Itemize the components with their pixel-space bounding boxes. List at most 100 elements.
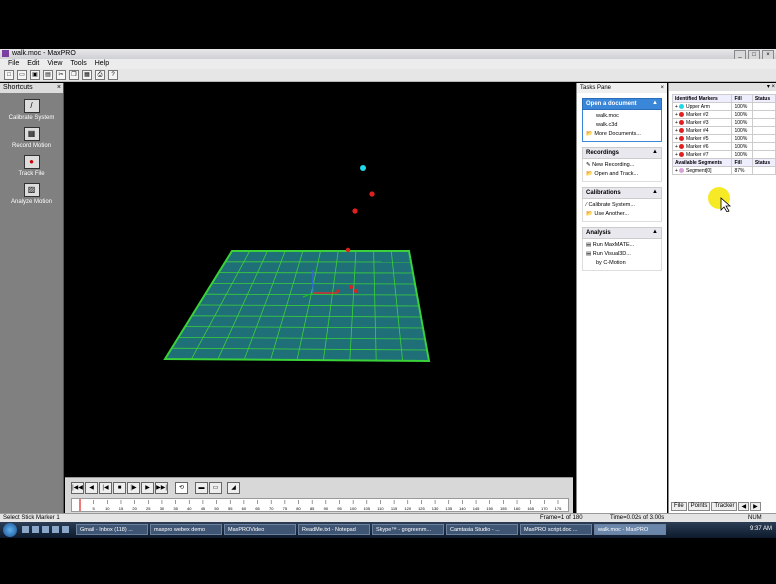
- marker-color-icon: [679, 111, 684, 117]
- task-group-header[interactable]: Analysis ▲: [582, 227, 662, 239]
- menu-help[interactable]: Help: [95, 59, 109, 69]
- table-row[interactable]: + Upper Arm 100%: [671, 102, 776, 111]
- record-button[interactable]: ▬: [195, 482, 208, 494]
- toolbar: □ ▭ ▣ ▤ ✂ ❐ ▦ ⎙ ?: [0, 69, 776, 82]
- taskbar-item-walk-moc[interactable]: walk.moc - MaxPRO: [594, 524, 666, 535]
- taskbar-item-maxpro-script[interactable]: MaxPRO script.doc ...: [520, 524, 592, 535]
- table-row[interactable]: + Marker #3 100%: [671, 118, 776, 127]
- task-group-header[interactable]: Open a document ▲: [582, 98, 662, 110]
- help-icon[interactable]: ?: [108, 70, 118, 80]
- chevron-up-icon[interactable]: ▲: [652, 189, 658, 195]
- table-row[interactable]: + Segment[0] 87%: [671, 166, 776, 175]
- col-available-segments: Available Segments: [671, 158, 733, 167]
- step-forward-button[interactable]: |▶: [127, 482, 140, 494]
- 3d-scene: [163, 165, 431, 363]
- table-row[interactable]: + Marker #5 100%: [671, 134, 776, 143]
- menu-edit[interactable]: Edit: [27, 59, 39, 69]
- tick-label: 100: [350, 506, 357, 511]
- tick-label: 10: [105, 506, 110, 511]
- task-group-header[interactable]: Calibrations ▲: [582, 187, 662, 199]
- table-row[interactable]: + Marker #4 100%: [671, 126, 776, 135]
- quicklaunch-icon[interactable]: [52, 526, 59, 533]
- shortcuts-close-icon[interactable]: ×: [57, 83, 61, 93]
- speed-button[interactable]: ◢: [227, 482, 240, 494]
- shortcut-record-motion[interactable]: ▦ Record Motion: [0, 127, 63, 149]
- shortcut-track-file[interactable]: ● Track File: [0, 155, 63, 177]
- taskbar-item-notepad[interactable]: ReadMe.txt - Notepad: [298, 524, 370, 535]
- marker-2: [369, 191, 375, 197]
- play-button[interactable]: ▶: [141, 482, 154, 494]
- chevron-up-icon[interactable]: ▲: [652, 229, 658, 235]
- tick-label: 155: [500, 506, 507, 511]
- task-item-open-and-track[interactable]: 📂 Open and Track...: [586, 170, 658, 179]
- tick-label: 75: [283, 506, 288, 511]
- tick-label: 170: [541, 506, 548, 511]
- tick-label: 140: [459, 506, 466, 511]
- table-row[interactable]: + Marker #2 100%: [671, 110, 776, 119]
- col-fill: Fill: [731, 94, 753, 103]
- tab-file[interactable]: File: [671, 502, 687, 511]
- task-item-more-documents[interactable]: 📂 More Documents...: [586, 130, 658, 139]
- menu-view[interactable]: View: [47, 59, 62, 69]
- loop-button[interactable]: ⟲: [175, 482, 188, 494]
- open-icon[interactable]: ▭: [17, 70, 27, 80]
- last-frame-button[interactable]: ▶▶|: [155, 482, 168, 494]
- menu-file[interactable]: File: [8, 59, 19, 69]
- 3d-viewport[interactable]: [65, 83, 573, 477]
- first-frame-button[interactable]: |◀◀: [71, 482, 84, 494]
- prev-button[interactable]: ◀: [85, 482, 98, 494]
- task-item-walk-moc[interactable]: walk.moc: [586, 112, 658, 121]
- save-all-icon[interactable]: ▤: [43, 70, 53, 80]
- timeline-ruler[interactable]: 5 10 15 20 25 30 35 40 45 50 55 60 65 70 75 80 85 90 95 100…: [71, 498, 569, 512]
- tab-scroll-right[interactable]: ▶: [750, 502, 761, 511]
- tab-points[interactable]: Points: [687, 502, 711, 511]
- task-group-header[interactable]: Recordings ▲: [582, 147, 662, 159]
- chevron-up-icon[interactable]: ▲: [652, 149, 658, 155]
- tasks-pane: Tasks Pane × Open a document ▲ walk.moc w…: [576, 83, 667, 513]
- print-icon[interactable]: ⎙: [95, 70, 105, 80]
- stop-button[interactable]: ■: [113, 482, 126, 494]
- tasks-pane-close-icon[interactable]: ×: [660, 83, 664, 93]
- task-item-new-recording[interactable]: ✎ New Recording...: [586, 161, 658, 170]
- step-back-button[interactable]: |◀: [99, 482, 112, 494]
- task-group-calibrations: Calibrations ▲ ⁄ Calibrate System... 📂 Us…: [582, 187, 662, 222]
- quicklaunch-icon[interactable]: [42, 526, 49, 533]
- copy-icon[interactable]: ❐: [69, 70, 79, 80]
- shortcut-label: Analyze Motion: [10, 199, 53, 205]
- taskbar-item-maxprovideo[interactable]: MaxPROVideo: [224, 524, 296, 535]
- tab-scroll-left[interactable]: ◀: [738, 502, 750, 511]
- task-item-run-visual3d[interactable]: ▤ Run Visual3D...: [586, 250, 658, 259]
- tab-tracker[interactable]: Tracker: [711, 502, 738, 511]
- task-item-walk-c3d[interactable]: walk.c3d: [586, 121, 658, 130]
- taskbar-item-skype[interactable]: Skype™ - gogreenm...: [372, 524, 444, 535]
- paste-icon[interactable]: ▦: [82, 70, 92, 80]
- menu-bar: File Edit View Tools Help: [0, 59, 776, 69]
- tick-label: 115: [391, 506, 398, 511]
- cut-icon[interactable]: ✂: [56, 70, 66, 80]
- shortcuts-header: Shortcuts ×: [0, 83, 63, 93]
- shortcut-calibrate-system[interactable]: / Calibrate System: [0, 99, 63, 121]
- table-row[interactable]: + Marker #7 100%: [671, 150, 776, 159]
- taskbar-item-gmail[interactable]: Gmail - Inbox (118) ...: [76, 524, 148, 535]
- task-item-run-maxmate[interactable]: ▤ Run MaxMATE...: [586, 241, 658, 250]
- marker-color-icon: [679, 151, 684, 157]
- table-row[interactable]: + Marker #6 100%: [671, 142, 776, 151]
- shortcut-analyze-motion[interactable]: ▨ Analyze Motion: [0, 183, 63, 205]
- marker-6: [354, 289, 358, 293]
- quicklaunch-icon[interactable]: [62, 526, 69, 533]
- task-item-use-another[interactable]: 📂 Use Another...: [586, 210, 658, 219]
- tick-label: 120: [404, 506, 411, 511]
- save-icon[interactable]: ▣: [30, 70, 40, 80]
- chevron-up-icon[interactable]: ▲: [652, 100, 658, 106]
- start-button[interactable]: [3, 523, 17, 537]
- quicklaunch-icon[interactable]: [32, 526, 39, 533]
- quicklaunch-icon[interactable]: [22, 526, 29, 533]
- new-icon[interactable]: □: [4, 70, 14, 80]
- markers-panel-controls[interactable]: ▾ ×: [669, 83, 776, 91]
- taskbar-item-webex[interactable]: maxpro webex demo: [150, 524, 222, 535]
- frame-button[interactable]: ▭: [209, 482, 222, 494]
- task-item-calibrate-system[interactable]: ⁄ Calibrate System...: [586, 201, 658, 210]
- taskbar-item-camtasia[interactable]: Camtasia Studio - ...: [446, 524, 518, 535]
- menu-tools[interactable]: Tools: [70, 59, 86, 69]
- col-status: Status: [751, 158, 776, 167]
